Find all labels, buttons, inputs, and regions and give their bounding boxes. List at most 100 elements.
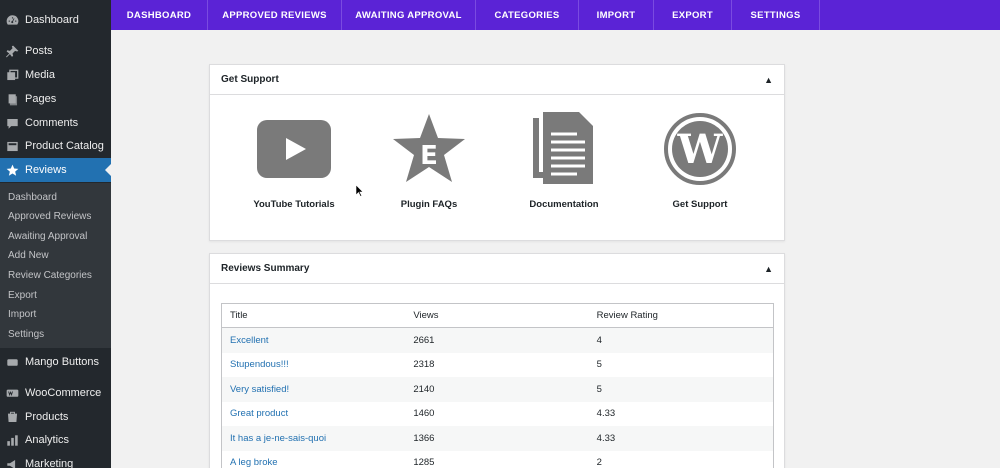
svg-text:W: W xyxy=(677,126,724,173)
table-row: Stupendous!!! 2318 5 xyxy=(222,353,773,378)
column-header-title[interactable]: Title xyxy=(222,310,405,321)
reviews-summary-header[interactable]: Reviews Summary ▲ xyxy=(210,254,784,284)
get-support-header[interactable]: Get Support ▲ xyxy=(210,65,784,95)
sidebar-item-label: Analytics xyxy=(25,434,70,446)
analytics-icon xyxy=(5,433,19,447)
sidebar-item-product-catalog[interactable]: Product Catalog xyxy=(0,134,111,158)
sidebar-item-mango-buttons[interactable]: Mango Buttons xyxy=(0,350,111,374)
rating-cell: 4.33 xyxy=(596,408,616,420)
support-get-support[interactable]: W Get Support xyxy=(640,109,760,210)
youtube-icon xyxy=(254,109,334,189)
pages-icon xyxy=(5,92,19,106)
column-header-rating[interactable]: Review Rating xyxy=(589,310,773,321)
sidebar-item-label: Pages xyxy=(25,93,57,105)
comments-icon xyxy=(5,116,19,130)
sidebar-item-media[interactable]: Media xyxy=(0,63,111,87)
sidebar-item-marketing[interactable]: Marketing xyxy=(0,452,111,468)
sidebar-item-label: Dashboard xyxy=(25,14,79,26)
media-icon xyxy=(5,68,19,82)
sidebar-item-label: Mango Buttons xyxy=(25,356,99,368)
review-title-link[interactable]: Stupendous!!! xyxy=(222,359,405,370)
views-cell: 2140 xyxy=(413,383,435,395)
sidebar-item-label: Products xyxy=(25,411,69,423)
views-cell: 1366 xyxy=(413,432,435,444)
products-icon xyxy=(5,410,19,424)
table-row: Great product 1460 4.33 xyxy=(222,402,773,427)
collapse-toggle-icon[interactable]: ▲ xyxy=(764,264,773,274)
support-label: Get Support xyxy=(672,199,728,210)
review-title-link[interactable]: Very satisfied! xyxy=(222,384,405,395)
sidebar-item-label: Product Catalog xyxy=(25,140,104,152)
support-youtube-tutorials[interactable]: YouTube Tutorials xyxy=(234,109,354,210)
views-cell: 2661 xyxy=(413,334,435,346)
submenu-awaiting-approval[interactable]: Awaiting Approval xyxy=(8,231,87,242)
review-title-link[interactable]: A leg broke xyxy=(222,457,405,468)
get-support-panel: Get Support ▲ YouTube Tutorials E Plugin… xyxy=(209,64,785,241)
support-label: Documentation xyxy=(529,199,599,210)
catalog-icon xyxy=(5,139,19,153)
rating-cell: 5 xyxy=(596,383,602,395)
support-label: Plugin FAQs xyxy=(400,199,458,210)
review-title-link[interactable]: Excellent xyxy=(222,335,405,346)
rating-cell: 2 xyxy=(596,457,602,468)
sidebar-item-woocommerce[interactable]: WooCommerce xyxy=(0,381,111,405)
column-header-views[interactable]: Views xyxy=(405,310,588,321)
sidebar-item-posts[interactable]: Posts xyxy=(0,39,111,63)
table-row: It has a je-ne-sais-quoi 1366 4.33 xyxy=(222,426,773,451)
sidebar-item-comments[interactable]: Comments xyxy=(0,111,111,135)
sidebar-item-reviews[interactable]: Reviews xyxy=(0,158,111,182)
support-plugin-faqs[interactable]: E Plugin FAQs xyxy=(369,109,489,210)
views-cell: 2318 xyxy=(413,359,435,371)
tab-dashboard[interactable]: DASHBOARD xyxy=(111,0,208,30)
svg-text:E: E xyxy=(420,141,438,171)
review-title-link[interactable]: It has a je-ne-sais-quoi xyxy=(222,433,405,444)
sidebar-item-label: Posts xyxy=(25,45,53,57)
tab-export[interactable]: EXPORT xyxy=(654,0,732,30)
mango-icon xyxy=(5,355,19,369)
sidebar-item-analytics[interactable]: Analytics xyxy=(0,428,111,452)
reviews-submenu: Dashboard Approved Reviews Awaiting Appr… xyxy=(0,183,111,348)
star-icon xyxy=(5,163,19,177)
submenu-export[interactable]: Export xyxy=(8,290,37,301)
tab-approved-reviews[interactable]: APPROVED REVIEWS xyxy=(208,0,342,30)
submenu-approved-reviews[interactable]: Approved Reviews xyxy=(8,211,91,222)
sidebar-item-label: Marketing xyxy=(25,458,74,468)
rating-cell: 4 xyxy=(596,334,602,346)
views-cell: 1285 xyxy=(413,457,435,468)
faq-star-icon: E xyxy=(389,109,469,189)
collapse-toggle-icon[interactable]: ▲ xyxy=(764,75,773,85)
reviews-summary-table: Title Views Review Rating Excellent 2661… xyxy=(221,303,774,468)
sidebar-item-pages[interactable]: Pages xyxy=(0,87,111,111)
submenu-dashboard[interactable]: Dashboard xyxy=(8,192,57,203)
woocommerce-icon xyxy=(5,386,19,400)
sidebar-item-label: WooCommerce xyxy=(25,387,102,399)
sidebar-item-label: Reviews xyxy=(25,164,67,176)
tab-awaiting-approval[interactable]: AWAITING APPROVAL xyxy=(342,0,476,30)
wordpress-icon: W xyxy=(660,109,740,189)
admin-sidebar: Dashboard Posts Media Pages Comments Pro… xyxy=(0,0,111,468)
documentation-icon xyxy=(524,109,604,189)
tab-import[interactable]: IMPORT xyxy=(579,0,654,30)
views-cell: 1460 xyxy=(413,408,435,420)
rating-cell: 4.33 xyxy=(596,432,616,444)
review-title-link[interactable]: Great product xyxy=(222,408,405,419)
submenu-add-new[interactable]: Add New xyxy=(8,250,49,261)
submenu-settings[interactable]: Settings xyxy=(8,329,44,340)
sidebar-item-products[interactable]: Products xyxy=(0,405,111,429)
support-documentation[interactable]: Documentation xyxy=(504,109,624,210)
sidebar-item-label: Media xyxy=(25,69,55,81)
table-row: Very satisfied! 2140 5 xyxy=(222,377,773,402)
sidebar-item-dashboard[interactable]: Dashboard xyxy=(0,8,111,32)
rating-cell: 5 xyxy=(596,359,602,371)
tab-settings[interactable]: SETTINGS xyxy=(732,0,820,30)
sidebar-item-label: Comments xyxy=(25,117,79,129)
submenu-import[interactable]: Import xyxy=(8,309,36,320)
submenu-review-categories[interactable]: Review Categories xyxy=(8,270,92,281)
mouse-cursor-icon xyxy=(355,184,364,200)
panel-title: Reviews Summary xyxy=(221,263,310,274)
reviews-summary-panel: Reviews Summary ▲ Title Views Review Rat… xyxy=(209,253,785,468)
pin-icon xyxy=(5,44,19,58)
tab-categories[interactable]: CATEGORIES xyxy=(476,0,579,30)
table-header-row: Title Views Review Rating xyxy=(222,304,773,328)
support-label: YouTube Tutorials xyxy=(253,199,335,210)
